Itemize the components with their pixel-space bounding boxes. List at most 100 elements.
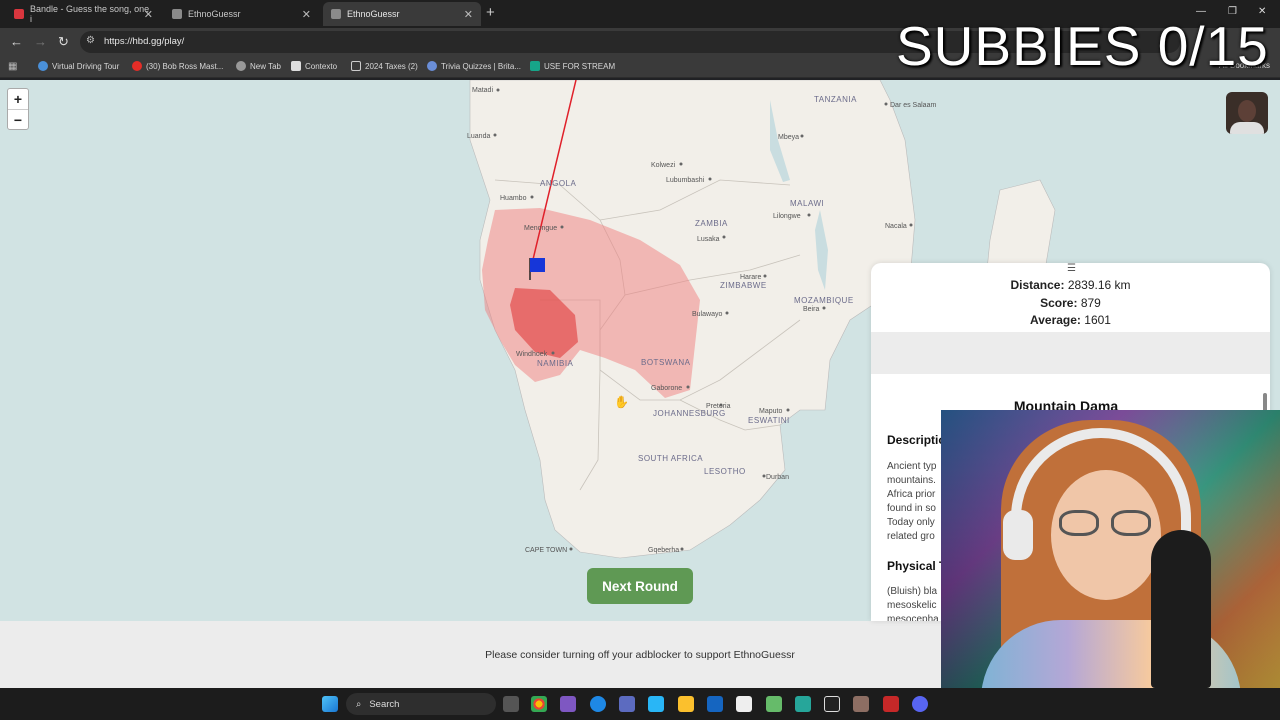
score-row: Score: 879 xyxy=(1040,295,1101,310)
tab-bandle[interactable]: Bandle - Guess the song, one i ✕ xyxy=(6,2,161,26)
app-icon[interactable] xyxy=(853,696,869,712)
bookmark-folder[interactable]: 2024 Taxes (2) xyxy=(351,61,418,71)
label-mozambique: MOZAMBIQUE xyxy=(794,296,854,305)
url-text: https://hbd.gg/play/ xyxy=(104,36,185,47)
label-lubumbashi: Lubumbashi xyxy=(666,177,705,184)
bookmark-item[interactable]: New Tab xyxy=(236,61,281,71)
label-maputo: Maputo xyxy=(759,408,782,415)
file-explorer-icon[interactable] xyxy=(678,696,694,712)
microphone xyxy=(1151,530,1211,688)
webcam-overlay xyxy=(941,410,1280,688)
chrome-icon[interactable] xyxy=(531,696,547,712)
youtube-icon xyxy=(132,61,142,71)
app-icon[interactable] xyxy=(560,696,576,712)
stream-sub-counter: SUBBIES 0/15 xyxy=(896,15,1269,77)
label-huambo: Huambo xyxy=(500,195,527,202)
label-lusaka: Lusaka xyxy=(697,236,720,243)
tab-ethnoguessr-1[interactable]: EthnoGuessr ✕ xyxy=(164,2,319,26)
label-matadi: Matadi xyxy=(472,87,493,94)
label-harare: Harare xyxy=(740,274,762,281)
discord-icon[interactable] xyxy=(912,696,928,712)
globe-icon xyxy=(236,61,246,71)
label-namibia: NAMIBIA xyxy=(537,359,574,368)
ethnoguessr-favicon-icon xyxy=(172,9,182,19)
hand-cursor-icon: ✋ xyxy=(614,395,629,409)
label-windhoek: Windhoek xyxy=(516,351,548,358)
apps-grid-icon[interactable]: ▦ xyxy=(8,61,17,72)
capcut-icon[interactable] xyxy=(824,696,840,712)
label-angola: ANGOLA xyxy=(540,179,577,188)
windows-start-icon[interactable] xyxy=(322,696,338,712)
tab-title: Bandle - Guess the song, one i xyxy=(30,4,150,24)
screen: Bandle - Guess the song, one i ✕ EthnoGu… xyxy=(0,0,1280,720)
bookmark-item[interactable]: Virtual Driving Tour xyxy=(38,61,119,71)
label-south-africa: SOUTH AFRICA xyxy=(638,454,703,463)
label-cape-town: CAPE TOWN xyxy=(525,547,567,554)
label-eswatini: ESWATINI xyxy=(748,416,790,425)
bookmark-item[interactable]: (30) Bob Ross Mast... xyxy=(132,61,223,71)
close-icon[interactable]: ✕ xyxy=(464,8,473,21)
outlook-icon[interactable] xyxy=(707,696,723,712)
distance-value: 2839.16 km xyxy=(1067,278,1131,292)
label-lesotho: LESOTHO xyxy=(704,467,746,476)
drag-handle-icon[interactable]: ☰ xyxy=(1067,263,1076,274)
store-icon[interactable] xyxy=(648,696,664,712)
bookmark-item[interactable]: USE FOR STREAM xyxy=(530,61,615,71)
tab-title: EthnoGuessr xyxy=(188,9,241,19)
next-round-button[interactable]: Next Round xyxy=(587,568,693,604)
new-tab-icon[interactable]: + xyxy=(486,4,495,21)
edge-icon[interactable] xyxy=(590,696,606,712)
zoom-out-button[interactable]: − xyxy=(8,109,28,129)
average-row: Average: 1601 xyxy=(1030,313,1111,327)
reload-icon[interactable]: ↻ xyxy=(58,34,69,50)
folder-icon xyxy=(351,61,361,71)
label-nacala: Nacala xyxy=(885,223,907,230)
bandle-favicon-icon xyxy=(14,9,24,19)
result-stats: Distance: 2839.16 km Score: 879 Average:… xyxy=(871,277,1270,330)
tab-title: EthnoGuessr xyxy=(347,9,400,19)
panel-divider xyxy=(871,332,1270,374)
label-durban: Durban xyxy=(766,474,789,481)
bookmark-item[interactable]: Contexto xyxy=(291,61,337,71)
tab-ethnoguessr-2[interactable]: EthnoGuessr ✕ xyxy=(323,2,481,26)
task-view-icon[interactable] xyxy=(503,696,519,712)
label-bulawayo: Bulawayo xyxy=(692,311,722,318)
teams-icon[interactable] xyxy=(619,696,635,712)
zoom-control: + − xyxy=(7,88,29,130)
taskbar-search[interactable]: ⌕ Search xyxy=(346,693,496,715)
label-zimbabwe: ZIMBABWE xyxy=(720,281,767,290)
label-menongue: Menongue xyxy=(524,225,557,232)
distance-row: Distance: 2839.16 km xyxy=(1010,278,1131,292)
back-icon[interactable]: ← xyxy=(10,34,23,49)
app-icon[interactable] xyxy=(736,696,752,712)
label-luanda: Luanda xyxy=(467,133,490,140)
close-icon[interactable]: ✕ xyxy=(302,8,311,21)
ethnoguessr-favicon-icon xyxy=(331,9,341,19)
app-icon[interactable] xyxy=(795,696,811,712)
zoom-in-button[interactable]: + xyxy=(8,89,28,109)
flag-icon xyxy=(530,258,545,272)
label-johannesburg: JOHANNESBURG xyxy=(653,409,726,418)
stream-icon xyxy=(530,61,540,71)
label-mbeya: Mbeya xyxy=(778,134,799,141)
label-malawi: MALAWI xyxy=(790,199,824,208)
label-gqeberha: Gqeberha xyxy=(648,547,679,554)
app-icon[interactable] xyxy=(766,696,782,712)
bookmark-item[interactable]: Trivia Quizzes | Brita... xyxy=(427,61,521,71)
search-icon: ⌕ xyxy=(356,698,362,710)
contexto-icon xyxy=(291,61,301,71)
label-botswana: BOTSWANA xyxy=(641,358,691,367)
app-icon[interactable] xyxy=(883,696,899,712)
label-beira: Beira xyxy=(803,306,819,313)
label-kolwezi: Kolwezi xyxy=(651,162,676,169)
label-gaborone: Gaborone xyxy=(651,385,682,392)
site-info-icon[interactable]: ⚙ xyxy=(86,35,95,46)
trivia-icon xyxy=(427,61,437,71)
windows-taskbar: ⌕ Search xyxy=(0,688,1280,720)
description-heading: Descriptio xyxy=(887,433,946,447)
user-avatar[interactable] xyxy=(1226,92,1268,134)
close-icon[interactable]: ✕ xyxy=(144,8,153,21)
label-tanzania: TANZANIA xyxy=(814,95,857,104)
label-zambia: ZAMBIA xyxy=(695,219,728,228)
forward-icon[interactable]: → xyxy=(34,34,47,49)
